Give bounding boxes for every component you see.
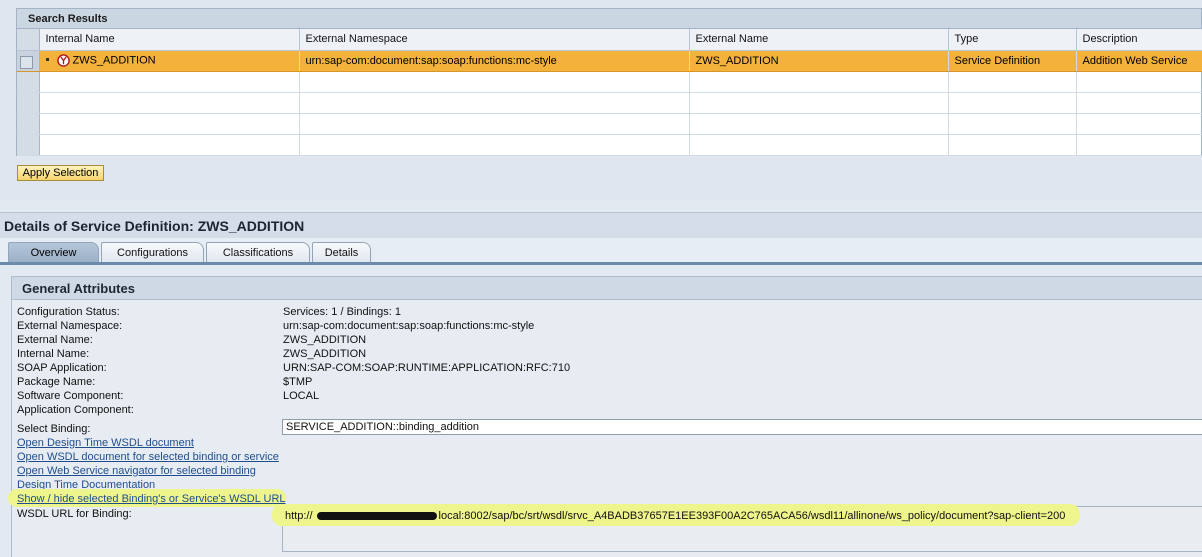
cell-type[interactable]: Service Definition xyxy=(948,50,1077,72)
column-header-internal-name[interactable]: Internal Name xyxy=(39,29,300,51)
row-selector xyxy=(17,71,40,93)
empty-cell xyxy=(39,92,300,114)
details-tab-strip: Overview Configurations Classifications … xyxy=(0,238,1202,264)
row-selector xyxy=(17,113,40,135)
attr-value-external-namespace: urn:sap-com:document:sap:soap:functions:… xyxy=(283,320,535,332)
column-header-type[interactable]: Type xyxy=(948,29,1077,51)
search-results-table-frame: Search Results Internal Name External Na… xyxy=(16,8,1202,156)
table-row-empty xyxy=(17,134,1202,156)
wsdl-url-prefix: http:// xyxy=(285,510,313,522)
empty-cell xyxy=(689,113,949,135)
attr-label-configuration-status: Configuration Status: xyxy=(17,306,120,318)
select-binding-label: Select Binding: xyxy=(17,423,91,435)
select-all-header[interactable] xyxy=(17,29,40,51)
overview-content: General Attributes Configuration Status:… xyxy=(0,265,1202,557)
empty-cell xyxy=(689,71,949,93)
empty-cell xyxy=(1076,92,1202,114)
search-results-table: Internal Name External Namespace Externa… xyxy=(17,29,1202,156)
tab-classifications[interactable]: Classifications xyxy=(206,242,310,264)
redacted-host xyxy=(316,511,437,520)
table-row[interactable]: ZWS_ADDITION urn:sap-com:document:sap:so… xyxy=(17,50,1202,72)
cell-internal-name[interactable]: ZWS_ADDITION xyxy=(39,50,300,72)
attr-label-package-name: Package Name: xyxy=(17,376,96,388)
attr-value-configuration-status: Services: 1 / Bindings: 1 xyxy=(283,306,402,318)
tab-configurations[interactable]: Configurations xyxy=(101,242,204,264)
attr-label-external-namespace: External Namespace: xyxy=(17,320,123,332)
wsdl-url-label: WSDL URL for Binding: xyxy=(17,508,132,520)
cell-external-namespace[interactable]: urn:sap-com:document:sap:soap:functions:… xyxy=(299,50,690,72)
empty-cell xyxy=(39,71,300,93)
empty-cell xyxy=(299,71,690,93)
section-separator xyxy=(0,200,1202,212)
table-row-empty xyxy=(17,71,1202,93)
column-header-external-name[interactable]: External Name xyxy=(689,29,949,51)
details-title: Details of Service Definition: ZWS_ADDIT… xyxy=(0,212,1202,238)
empty-cell xyxy=(689,92,949,114)
tab-overview[interactable]: Overview xyxy=(8,242,99,264)
empty-cell xyxy=(1076,113,1202,135)
row-selector xyxy=(17,134,40,156)
empty-cell xyxy=(948,113,1077,135)
search-results-panel: Search Results Internal Name External Na… xyxy=(0,0,1202,200)
attr-value-software-component: LOCAL xyxy=(283,390,320,402)
table-row-empty xyxy=(17,113,1202,135)
empty-cell xyxy=(948,71,1077,93)
cell-description[interactable]: Addition Web Service xyxy=(1076,50,1202,72)
wsdl-url-text[interactable]: http:// local:8002/sap/bc/srt/wsdl/srvc_A… xyxy=(285,509,1065,523)
table-row-empty xyxy=(17,92,1202,114)
empty-cell xyxy=(39,134,300,156)
empty-cell xyxy=(299,92,690,114)
attr-label-external-name: External Name: xyxy=(17,334,93,346)
attr-label-soap-application: SOAP Application: xyxy=(17,362,107,374)
select-binding-field[interactable]: SERVICE_ADDITION::binding_addition xyxy=(282,419,1202,435)
column-header-external-namespace[interactable]: External Namespace xyxy=(299,29,690,51)
internal-name-text: ZWS_ADDITION xyxy=(72,54,156,67)
cell-external-name[interactable]: ZWS_ADDITION xyxy=(689,50,949,72)
attr-value-package-name: $TMP xyxy=(283,376,313,388)
empty-cell xyxy=(1076,134,1202,156)
row-selector xyxy=(17,92,40,114)
attr-value-soap-application: URN:SAP-COM:SOAP:RUNTIME:APPLICATION:RFC… xyxy=(283,362,571,374)
link-open-web-service-navigator[interactable]: Open Web Service navigator for selected … xyxy=(17,464,256,478)
tab-details[interactable]: Details xyxy=(312,242,371,264)
attr-label-application-component: Application Component: xyxy=(17,404,134,416)
apply-selection-button[interactable]: Apply Selection xyxy=(17,165,104,181)
attr-value-external-name: ZWS_ADDITION xyxy=(283,334,367,346)
row-selector-box[interactable] xyxy=(20,55,33,69)
link-open-wsdl-for-binding[interactable]: Open WSDL document for selected binding … xyxy=(17,450,279,464)
wsdl-url-suffix: local:8002/sap/bc/srt/wsdl/srvc_A4BADB37… xyxy=(438,510,1066,522)
service-definition-icon xyxy=(56,54,70,67)
search-results-title: Search Results xyxy=(17,9,1201,29)
empty-cell xyxy=(948,92,1077,114)
attr-value-internal-name: ZWS_ADDITION xyxy=(283,348,367,360)
empty-cell xyxy=(39,113,300,135)
column-header-description[interactable]: Description xyxy=(1076,29,1202,51)
empty-cell xyxy=(299,134,690,156)
row-selector[interactable] xyxy=(17,50,40,72)
attr-label-internal-name: Internal Name: xyxy=(17,348,90,360)
empty-cell xyxy=(1076,71,1202,93)
general-attributes-title: General Attributes xyxy=(11,276,1202,300)
empty-cell xyxy=(689,134,949,156)
empty-cell xyxy=(299,113,690,135)
link-open-design-time-wsdl[interactable]: Open Design Time WSDL document xyxy=(17,436,194,450)
attr-label-software-component: Software Component: xyxy=(17,390,124,402)
bullet-icon xyxy=(45,58,49,61)
empty-cell xyxy=(948,134,1077,156)
link-show-hide-wsdl-url[interactable]: Show / hide selected Binding's or Servic… xyxy=(17,492,286,506)
